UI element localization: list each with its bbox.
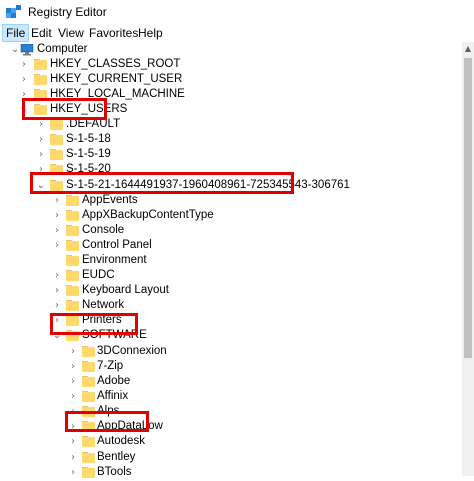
tree-item-label: Keyboard Layout — [82, 284, 169, 296]
tree-item-adobe[interactable]: › Adobe — [0, 374, 462, 390]
tree-item-label: EUDC — [82, 269, 115, 281]
tree-item-autodesk[interactable]: › Autodesk — [0, 434, 462, 450]
computer-icon — [20, 44, 34, 56]
chevron-right-icon[interactable]: › — [68, 437, 78, 447]
highlight-box-autodesk — [65, 411, 149, 432]
highlight-box-software — [50, 313, 138, 335]
tree-item-label: BTools — [97, 466, 132, 478]
tree-item-label: S-1-5-18 — [66, 133, 111, 145]
chevron-right-icon[interactable]: › — [52, 211, 62, 221]
folder-icon — [66, 225, 79, 236]
chevron-right-icon[interactable]: › — [68, 453, 78, 463]
tree-item-label: Control Panel — [82, 239, 152, 251]
tree-item-label: Computer — [37, 43, 88, 55]
menu-file[interactable]: File — [2, 24, 30, 42]
tree-item-label: Console — [82, 224, 125, 236]
folder-icon — [50, 149, 63, 160]
registry-editor-icon — [6, 5, 21, 18]
folder-icon — [34, 59, 47, 70]
tree-item-label: Affinix — [97, 390, 129, 402]
chevron-right-icon[interactable]: › — [52, 301, 62, 311]
folder-icon — [82, 361, 95, 372]
tree-item-appevents[interactable]: › AppEvents — [0, 193, 462, 209]
tree-item-network[interactable]: › Network — [0, 298, 462, 314]
tree-item-computer[interactable]: ⌄ Computer — [0, 42, 462, 58]
menu-bar: File Edit View Favorites Help — [0, 24, 474, 43]
tree-item-label: Bentley — [97, 451, 136, 463]
folder-icon — [82, 376, 95, 387]
tree-item-label: Adobe — [97, 375, 131, 387]
chevron-right-icon[interactable]: › — [36, 120, 46, 130]
tree-item-affinix[interactable]: › Affinix — [0, 389, 462, 405]
chevron-right-icon[interactable]: › — [52, 226, 62, 236]
tree-item-7-zip[interactable]: › 7-Zip — [0, 359, 462, 375]
tree-item-label: 7-Zip — [97, 360, 124, 372]
folder-icon — [66, 270, 79, 281]
folder-icon — [82, 436, 95, 447]
tree-item-console[interactable]: › Console — [0, 223, 462, 239]
tree-item-hkey-classes-root[interactable]: › HKEY_CLASSES_ROOT — [0, 57, 462, 73]
chevron-right-icon[interactable]: › — [52, 271, 62, 281]
chevron-right-icon[interactable]: › — [52, 241, 62, 251]
title-bar: Registry Editor — [0, 0, 474, 24]
folder-icon — [34, 74, 47, 85]
chevron-right-icon[interactable]: › — [68, 468, 78, 478]
scroll-thumb[interactable] — [464, 58, 472, 358]
chevron-right-icon[interactable]: › — [36, 135, 46, 145]
chevron-right-icon[interactable]: › — [68, 347, 78, 357]
tree-item-label: 3DConnexion — [97, 345, 167, 357]
menu-view[interactable]: View — [55, 24, 87, 42]
folder-icon — [50, 134, 63, 145]
folder-icon — [66, 285, 79, 296]
folder-icon — [50, 119, 63, 130]
menu-favorites[interactable]: Favorites — [86, 24, 141, 42]
folder-icon — [66, 210, 79, 221]
menu-help[interactable]: Help — [135, 24, 166, 42]
tree-item-s-1-5-18[interactable]: › S-1-5-18 — [0, 132, 462, 148]
folder-icon — [82, 391, 95, 402]
tree-item-btools[interactable]: › BTools — [0, 465, 462, 481]
tree-item-bentley[interactable]: › Bentley — [0, 450, 462, 466]
scroll-up-arrow-icon[interactable]: ▲ — [462, 42, 474, 56]
tree-item-environment[interactable]: Environment — [0, 253, 462, 269]
chevron-right-icon[interactable]: › — [68, 377, 78, 387]
chevron-right-icon[interactable]: › — [52, 286, 62, 296]
tree-item-label: Environment — [82, 254, 147, 266]
tree-item-3dconnexion[interactable]: › 3DConnexion — [0, 344, 462, 360]
highlight-box-user-sid — [30, 172, 294, 194]
tree-item-label: S-1-5-19 — [66, 148, 111, 160]
tree-item-hkey-current-user[interactable]: › HKEY_CURRENT_USER — [0, 72, 462, 88]
chevron-right-icon[interactable]: › — [36, 150, 46, 160]
window-title: Registry Editor — [28, 5, 107, 19]
folder-icon — [66, 240, 79, 251]
tree-item-appxbackupcontenttype[interactable]: › AppXBackupContentType — [0, 208, 462, 224]
tree-item-control-panel[interactable]: › Control Panel — [0, 238, 462, 254]
folder-icon — [66, 300, 79, 311]
chevron-right-icon[interactable]: › — [19, 60, 29, 70]
tree-item-s-1-5-19[interactable]: › S-1-5-19 — [0, 147, 462, 163]
highlight-box-hkey-users — [22, 98, 107, 120]
chevron-right-icon[interactable]: › — [52, 196, 62, 206]
tree-item-label: AppEvents — [82, 194, 138, 206]
folder-icon — [82, 467, 95, 478]
tree-item-label: AppXBackupContentType — [82, 209, 214, 221]
tree-item-label: HKEY_CURRENT_USER — [50, 73, 183, 85]
folder-icon — [66, 195, 79, 206]
folder-icon — [66, 255, 79, 266]
chevron-right-icon[interactable]: › — [68, 392, 78, 402]
tree-item-label: Network — [82, 299, 125, 311]
tree-item-keyboard-layout[interactable]: › Keyboard Layout — [0, 283, 462, 299]
chevron-down-icon[interactable]: ⌄ — [10, 45, 20, 55]
tree-item-eudc[interactable]: › EUDC — [0, 268, 462, 284]
chevron-right-icon[interactable]: › — [19, 75, 29, 85]
tree-item-label: HKEY_CLASSES_ROOT — [50, 58, 181, 70]
chevron-right-icon[interactable]: › — [68, 362, 78, 372]
folder-icon — [82, 452, 95, 463]
folder-icon — [82, 346, 95, 357]
menu-edit[interactable]: Edit — [28, 24, 55, 42]
tree-item-label: Autodesk — [97, 435, 145, 447]
registry-tree[interactable]: ⌄ Computer › HKEY_CLASSES_ROOT › HKEY_CU… — [0, 42, 462, 478]
vertical-scrollbar[interactable]: ▲ — [462, 42, 474, 476]
